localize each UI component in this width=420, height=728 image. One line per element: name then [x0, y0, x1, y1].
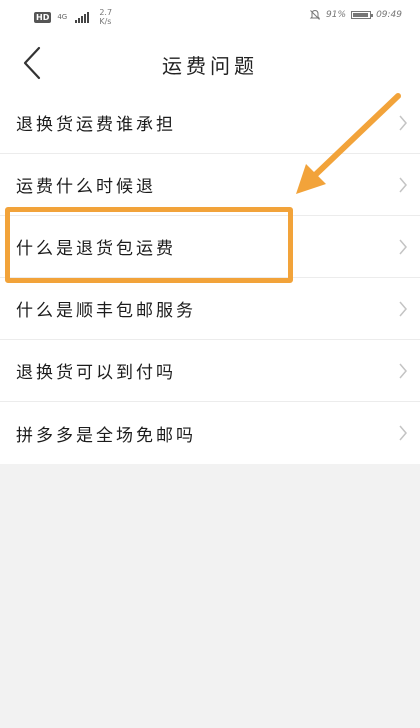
chevron-right-icon: [399, 177, 407, 192]
status-bar: HD 4G 2.7 K/s 91% 09:49: [0, 0, 420, 34]
faq-item[interactable]: 什么是顺丰包邮服务: [0, 278, 420, 340]
faq-item[interactable]: 拼多多是全场免邮吗: [0, 402, 420, 464]
clock: 09:49: [376, 10, 402, 20]
hd-badge: HD: [34, 11, 52, 23]
faq-item-label: 什么是退货包运费: [16, 239, 176, 259]
chevron-right-icon: [399, 239, 407, 254]
faq-item[interactable]: 运费什么时候退: [0, 154, 420, 216]
faq-item-label: 运费什么时候退: [16, 177, 156, 197]
notifications-off-icon: [309, 9, 321, 20]
chevron-right-icon: [399, 301, 407, 316]
faq-list: 退换货运费谁承担 运费什么时候退 什么是退货包运费 什么是顺丰包邮服务 退换货可…: [0, 92, 420, 464]
faq-item-label: 什么是顺丰包邮服务: [16, 301, 196, 321]
page-title: 运费问题: [162, 54, 258, 78]
chevron-right-icon: [399, 363, 407, 378]
faq-item[interactable]: 退换货可以到付吗: [0, 340, 420, 402]
faq-item[interactable]: 退换货运费谁承担: [0, 92, 420, 154]
network-speed: 2.7 K/s: [99, 8, 112, 26]
faq-item[interactable]: 什么是退货包运费: [0, 216, 420, 278]
signal-icon: [75, 11, 90, 23]
network-type: 4G: [57, 13, 68, 21]
speed-value: 2.7: [99, 8, 113, 17]
chevron-right-icon: [399, 115, 407, 130]
battery-level: [353, 13, 369, 17]
faq-item-label: 退换货运费谁承担: [16, 115, 176, 135]
status-left: HD 4G 2.7 K/s: [34, 8, 112, 26]
status-right: 91% 09:49: [309, 9, 402, 21]
nav-bar: 运费问题: [0, 34, 420, 93]
chevron-right-icon: [399, 425, 407, 441]
battery-percent: 91%: [326, 10, 347, 20]
faq-item-label: 退换货可以到付吗: [16, 363, 176, 383]
battery-icon: [351, 11, 374, 19]
speed-unit: K/s: [99, 17, 112, 26]
faq-item-label: 拼多多是全场免邮吗: [16, 425, 196, 446]
